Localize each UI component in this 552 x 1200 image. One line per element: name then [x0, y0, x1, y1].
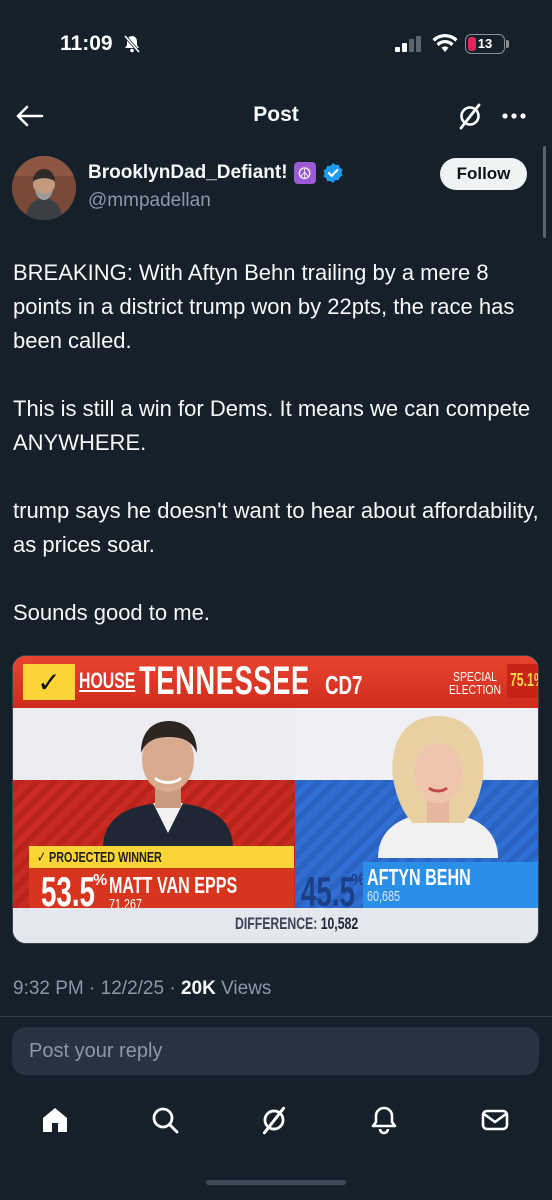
election-label-line: ELECTION [449, 682, 502, 697]
race-district: CD7 [325, 670, 363, 700]
nav-grok[interactable] [254, 1100, 294, 1140]
rep-percent-sign: % [93, 872, 108, 889]
nav-search[interactable] [145, 1100, 185, 1140]
difference-label: DIFFERENCE: [235, 914, 318, 933]
notifications-icon [371, 1106, 397, 1135]
wifi-icon [432, 33, 458, 53]
author-display-name: BrooklynDad_Defiant! [88, 162, 288, 183]
rep-name: MATT VAN EPPS [109, 872, 238, 898]
grok-icon [262, 1106, 286, 1135]
author-handle[interactable]: @mmpadellan [88, 190, 211, 212]
more-button[interactable] [496, 98, 532, 134]
more-icon [502, 113, 526, 119]
dem-candidate-photo [378, 716, 498, 858]
home-indicator [206, 1180, 346, 1185]
reply-input[interactable] [12, 1027, 539, 1075]
post-meta: 9:32 PM · 12/2/25 · 20K Views [13, 978, 271, 1000]
percent-reporting: 75.1% [507, 664, 538, 698]
home-icon [43, 1108, 67, 1132]
nav-notifications[interactable] [364, 1100, 404, 1140]
dem-votes: 60,685 [367, 888, 401, 905]
author-name[interactable]: BrooklynDad_Defiant! ☮ [88, 162, 344, 184]
projected-winner-label: ✓ PROJECTED WINNER [29, 846, 294, 868]
race-state: TENNESSEE [139, 659, 310, 703]
rep-candidate-photo [103, 721, 233, 848]
follow-button[interactable]: Follow [440, 158, 527, 190]
battery-level: 13 [477, 36, 493, 51]
signal-icon [395, 36, 423, 52]
views-label: Views [221, 978, 272, 999]
avatar[interactable] [12, 156, 76, 220]
battery-icon: 13 [465, 34, 505, 54]
check-icon: ✓ [23, 664, 75, 700]
special-election-label: SPECIAL ELECTION [449, 670, 501, 696]
status-bar: 11:09 13 [0, 0, 552, 90]
nav-messages[interactable] [475, 1100, 515, 1140]
percent-reporting-value: 75.1% [510, 670, 538, 690]
search-icon [152, 1107, 179, 1134]
grok-button[interactable] [452, 98, 488, 134]
post-header: Post [0, 96, 552, 136]
tweet-paragraph: BREAKING: With Aftyn Behn trailing by a … [13, 260, 515, 353]
grok-icon [459, 103, 481, 130]
difference-text: DIFFERENCE: 10,582 [235, 914, 358, 934]
dem-name: AFTYN BEHN [367, 864, 471, 890]
difference-value: 10,582 [320, 914, 359, 933]
peace-emoji: ☮ [293, 162, 316, 184]
tweet-paragraph: This is still a win for Dems. It means w… [13, 396, 531, 455]
tweet-paragraph: Sounds good to me. [13, 600, 210, 625]
verified-badge-icon [323, 163, 343, 183]
race-type: HOUSE [79, 668, 136, 693]
projected-winner-text: ✓ PROJECTED WINNER [37, 849, 162, 866]
status-time: 11:09 [60, 32, 113, 55]
post-time: 9:32 PM [13, 978, 84, 999]
messages-icon [481, 1109, 509, 1131]
post-date: 12/2/25 [100, 978, 165, 999]
meta-separator: · [169, 978, 176, 999]
bell-slash-icon [122, 34, 142, 54]
tweet-paragraph: trump says he doesn't want to hear about… [13, 498, 539, 557]
divider [0, 1016, 552, 1017]
views-count[interactable]: 20K [181, 978, 216, 999]
tweet-media-image[interactable]: ✓ HOUSE TENNESSEE CD7 SPECIAL ELECTION 7… [12, 655, 539, 944]
bottom-nav [0, 1090, 552, 1150]
nav-home[interactable] [35, 1100, 75, 1140]
scrollbar[interactable] [543, 146, 546, 238]
tweet-text: BREAKING: With Aftyn Behn trailing by a … [13, 256, 543, 664]
meta-separator: · [89, 978, 96, 999]
